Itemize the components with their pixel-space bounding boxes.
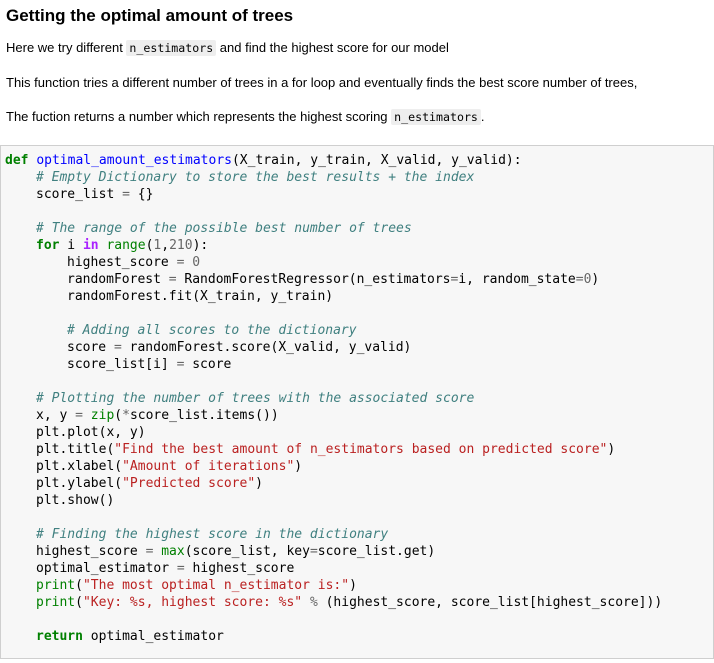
code-comment: # The range of the possible best number … [36, 221, 412, 236]
description-paragraph: This function tries a different number o… [6, 75, 638, 90]
paragraph-text: . [480, 109, 485, 124]
code-comment: # Plotting the number of trees with the … [36, 391, 475, 406]
code-comment: # Adding all scores to the dictionary [67, 323, 357, 338]
code-line: plt.title("Find the best amount of n_est… [36, 442, 616, 457]
inline-code: n_estimators [126, 40, 217, 56]
code-line: x, y = zip(*score_list.items()) [36, 408, 279, 423]
return-paragraph: The fuction returns a number which repre… [6, 109, 485, 125]
code-comment: # Empty Dictionary to store the best res… [36, 170, 475, 185]
code-line: plt.plot(x, y) [36, 425, 146, 440]
paragraph-text: and find the highest score for our model [216, 40, 449, 55]
code-line: randomForest.fit(X_train, y_train) [67, 289, 334, 304]
code-editor[interactable]: def optimal_amount_estimators(X_train, y… [5, 152, 662, 645]
code-line: plt.show() [36, 493, 115, 508]
code-cell[interactable]: def optimal_amount_estimators(X_train, y… [0, 145, 714, 659]
code-line: def optimal_amount_estimators(X_train, y… [5, 153, 522, 168]
code-line: highest_score = max(score_list, key=scor… [36, 544, 436, 559]
code-comment: # Finding the highest score in the dicti… [36, 527, 389, 542]
code-line: optimal_estimator = highest_score [36, 561, 295, 576]
code-line: for i in range(1,210): [36, 238, 209, 253]
paragraph-text: Here we try different [6, 40, 127, 55]
code-line: plt.xlabel("Amount of iterations") [36, 459, 303, 474]
code-line: plt.ylabel("Predicted score") [36, 476, 263, 491]
inline-code: n_estimators [391, 109, 481, 125]
code-line: randomForest = RandomForestRegressor(n_e… [67, 272, 600, 287]
code-line: highest_score = 0 [67, 255, 201, 270]
intro-paragraph: Here we try different n_estimators and f… [6, 40, 449, 56]
code-line: print("The most optimal n_estimator is:"… [36, 578, 357, 593]
code-line: score_list = {} [36, 187, 154, 202]
code-line: return optimal_estimator [36, 629, 224, 644]
code-line: print("Key: %s, highest score: %s" % (hi… [36, 595, 663, 610]
section-heading: Getting the optimal amount of trees [6, 6, 294, 25]
paragraph-text: The fuction returns a number which repre… [6, 109, 392, 124]
code-line: score_list[i] = score [67, 357, 232, 372]
code-line: score = randomForest.score(X_valid, y_va… [67, 340, 412, 355]
